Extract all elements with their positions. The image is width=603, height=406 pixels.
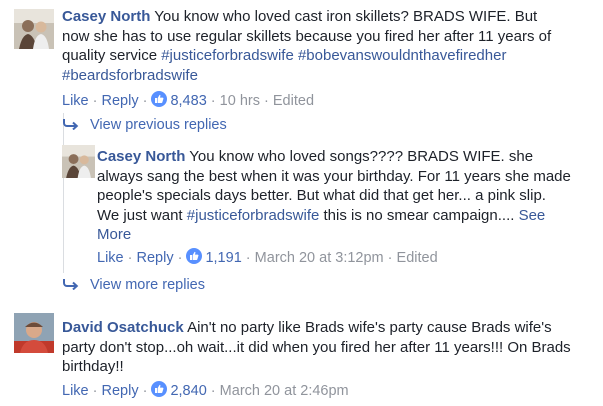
separator: ·	[127, 250, 133, 266]
avatar[interactable]	[62, 145, 95, 178]
like-button[interactable]: Like	[62, 383, 89, 399]
reply-button[interactable]: Reply	[102, 383, 139, 399]
like-button[interactable]: Like	[97, 250, 124, 266]
view-previous-replies[interactable]: View previous replies	[62, 116, 227, 136]
separator: ·	[142, 383, 148, 399]
like-button[interactable]: Like	[62, 93, 89, 109]
separator: ·	[142, 93, 148, 109]
reply-arrow-icon	[62, 277, 80, 291]
hashtag-link[interactable]: #beardsforbradswife	[62, 67, 198, 84]
reaction-count[interactable]: 1,191	[205, 250, 241, 266]
comment-text: Casey North You know who loved songs????…	[97, 147, 572, 245]
thumbs-up-icon	[186, 248, 203, 264]
comment-text: David Osatchuck Ain't no party like Brad…	[62, 318, 572, 377]
separator: ·	[210, 383, 216, 399]
comment-actions: Like · Reply · 1,191 · March 20 at 3:12pm…	[97, 248, 438, 269]
comment-text: Casey North You know who loved cast iron…	[62, 7, 562, 85]
hashtag-link[interactable]: #bobevanswouldnthavefiredher	[298, 47, 506, 64]
hashtag-link[interactable]: #justiceforbradswife	[161, 47, 294, 64]
comment-author[interactable]: David Osatchuck	[62, 319, 184, 336]
separator: ·	[92, 383, 98, 399]
edited-label[interactable]: Edited	[273, 93, 314, 109]
reply-arrow-icon	[62, 117, 80, 131]
timestamp[interactable]: March 20 at 2:46pm	[220, 383, 349, 399]
thumbs-up-icon	[151, 381, 168, 397]
separator: ·	[210, 93, 216, 109]
comment-author[interactable]: Casey North	[97, 148, 185, 165]
separator: ·	[177, 250, 183, 266]
view-previous-replies-label: View previous replies	[90, 117, 227, 133]
edited-label[interactable]: Edited	[397, 250, 438, 266]
comment-actions: Like · Reply · 2,840 · March 20 at 2:46pm	[62, 381, 349, 402]
timestamp[interactable]: March 20 at 3:12pm	[255, 250, 384, 266]
reply-button[interactable]: Reply	[137, 250, 174, 266]
view-more-replies[interactable]: View more replies	[62, 276, 205, 296]
comment-body-continued: this is no smear campaign....	[319, 206, 519, 224]
hashtag-link[interactable]: #justiceforbradswife	[187, 207, 320, 224]
thumbs-up-icon	[151, 91, 168, 107]
reaction-count[interactable]: 2,840	[170, 383, 206, 399]
avatar[interactable]	[14, 313, 54, 353]
timestamp[interactable]: 10 hrs	[220, 93, 260, 109]
separator: ·	[387, 250, 393, 266]
reply-button[interactable]: Reply	[102, 93, 139, 109]
comment-actions: Like · Reply · 8,483 · 10 hrs · Edited	[62, 91, 314, 112]
separator: ·	[264, 93, 269, 109]
separator: ·	[92, 93, 98, 109]
thread-connector	[63, 113, 64, 273]
avatar[interactable]	[14, 9, 54, 49]
reaction-count[interactable]: 8,483	[170, 93, 206, 109]
comment-author[interactable]: Casey North	[62, 8, 150, 25]
separator: ·	[245, 250, 251, 266]
view-more-replies-label: View more replies	[90, 277, 205, 293]
